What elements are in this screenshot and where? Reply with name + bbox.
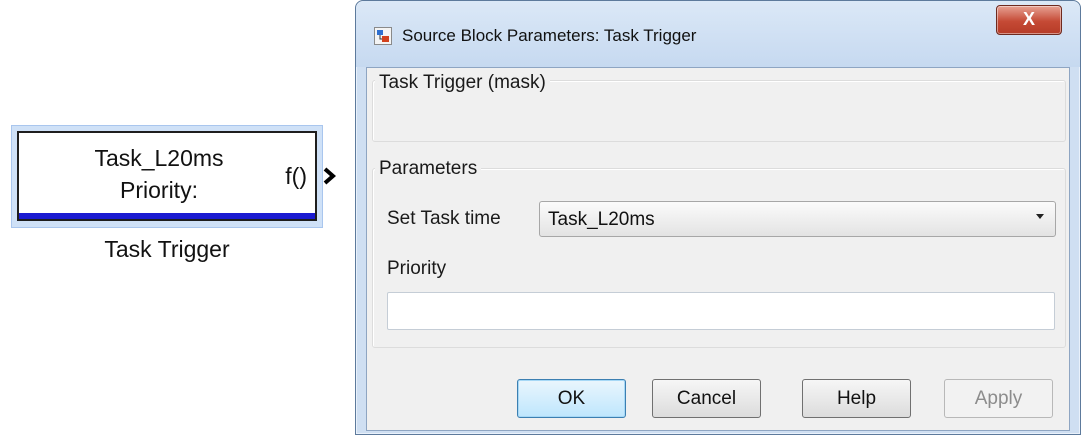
block-bottom-bar — [19, 213, 315, 219]
block-parameters-dialog: Source Block Parameters: Task Trigger X … — [355, 0, 1081, 435]
dialog-titlebar[interactable]: Source Block Parameters: Task Trigger X — [356, 1, 1080, 67]
apply-button[interactable]: Apply — [944, 379, 1053, 418]
task-trigger-block[interactable]: Task_L20ms Priority: f() — [11, 125, 323, 228]
priority-input[interactable] — [387, 292, 1055, 330]
block-body[interactable]: Task_L20ms Priority: f() — [17, 131, 317, 221]
dialog-title: Source Block Parameters: Task Trigger — [402, 26, 697, 45]
output-port-arrow-icon[interactable] — [322, 167, 336, 185]
close-icon: X — [1022, 9, 1035, 29]
help-button[interactable]: Help — [802, 379, 911, 418]
block-name-label: Task Trigger — [104, 236, 230, 262]
simulink-app-icon — [374, 27, 392, 45]
cancel-button[interactable]: Cancel — [652, 379, 761, 418]
block-task-text: Task_L20ms — [94, 145, 224, 171]
task-time-selected-value: Task_L20ms — [548, 209, 655, 230]
block-priority-text: Priority: — [120, 177, 198, 203]
dropdown-arrow-icon — [1036, 214, 1044, 219]
dialog-client-area: Task Trigger (mask) Parameters Set Task … — [366, 67, 1070, 431]
parameters-group-title: Parameters — [375, 158, 482, 180]
task-time-label: Set Task time — [387, 208, 501, 229]
block-port-label: f() — [285, 163, 307, 189]
task-time-select[interactable]: Task_L20ms — [539, 201, 1056, 237]
priority-label: Priority — [387, 258, 447, 279]
close-button[interactable]: X — [996, 5, 1062, 35]
ok-button[interactable]: OK — [517, 379, 626, 418]
mask-group-title: Task Trigger (mask) — [375, 72, 550, 94]
